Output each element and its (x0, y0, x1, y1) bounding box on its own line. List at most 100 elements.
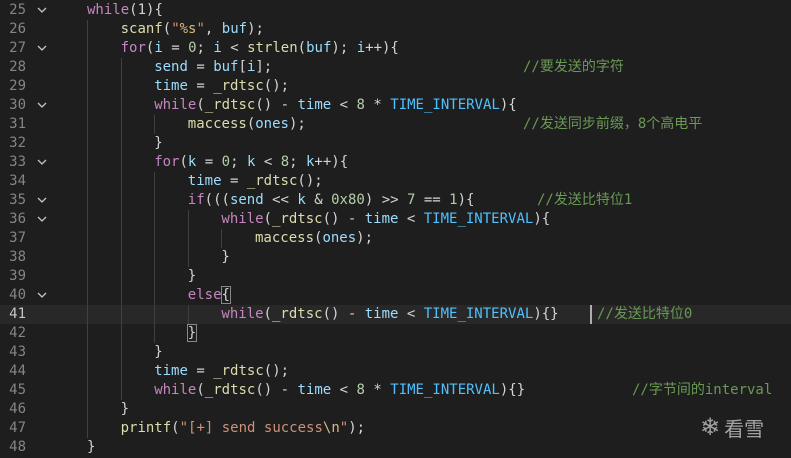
code-line[interactable]: 40 else{ (0, 286, 791, 305)
code-text: } (188, 267, 196, 286)
code-comment: //发送比特位0 (597, 306, 693, 322)
code-token: TIME_INTERVAL (390, 97, 500, 113)
code-line[interactable]: 31 maccess(ones); //发送同步前缀，8个高电平 (0, 115, 791, 134)
code-line[interactable]: 38} (0, 248, 791, 267)
indent-guide (87, 362, 88, 381)
line-number: 43 (9, 344, 26, 360)
code-token: * (364, 97, 391, 113)
code-line[interactable]: 33 for(k = 0; k < 8; k++){ (0, 153, 791, 172)
indent-guide (87, 343, 88, 362)
code-token: time (154, 78, 188, 94)
code-text: for(k = 0; k < 8; k++){ (154, 153, 348, 172)
line-number: 42 (9, 325, 26, 341)
line-number: 28 (9, 59, 26, 75)
line-number: 44 (9, 363, 26, 379)
chevron-down-icon[interactable] (33, 153, 51, 172)
indent-guide (120, 58, 122, 77)
code-token: buf (306, 40, 332, 56)
code-token: ){ (457, 192, 475, 208)
code-line[interactable]: 43} (0, 343, 791, 362)
indent-guide (187, 248, 189, 267)
code-token: ones (255, 116, 289, 132)
line-number: 29 (9, 78, 26, 94)
code-token: ; (230, 154, 247, 170)
code-line[interactable]: 46} (0, 400, 791, 419)
chevron-down-icon[interactable] (33, 39, 51, 58)
code-token: time (187, 173, 222, 189)
chevron-down-icon[interactable] (33, 96, 51, 115)
code-token: = (221, 173, 247, 189)
code-line[interactable]: 47 printf("[+] send success\n"); (0, 419, 791, 438)
line-number: 30 (9, 97, 26, 113)
indent-guide (87, 419, 88, 438)
code-token: ); (247, 21, 264, 37)
code-token: ){ (499, 97, 517, 113)
watermark: ❄ 看雪 (700, 412, 764, 442)
code-text: while(_rdtsc() - time < 8 * TIME_INTERVA… (154, 96, 517, 115)
code-token: ); (348, 420, 366, 436)
code-line[interactable]: 34 time = _rdtsc(); (0, 172, 791, 191)
code-token: _rdtsc (271, 306, 323, 322)
line-number: 33 (9, 154, 26, 170)
indent-guide (87, 115, 88, 134)
indent-guide (87, 400, 88, 419)
code-editor[interactable]: 25 while(1){26 scanf("%s", buf); 27 for(i = … (0, 0, 791, 458)
code-token: () - (322, 211, 365, 227)
code-text: time = _rdtsc(); (154, 77, 289, 96)
code-comment: //字节间的interval (632, 382, 773, 398)
code-token: } (87, 439, 96, 455)
code-token: () - (255, 97, 298, 113)
indent-guide (120, 305, 122, 324)
chevron-down-icon[interactable] (33, 191, 51, 210)
code-line[interactable]: 28 send = buf[i]; //要发送的字符 (0, 58, 791, 77)
indent-guide (87, 248, 88, 267)
code-token: ( (162, 21, 172, 37)
code-token: TIME_INTERVAL (423, 306, 534, 322)
code-line[interactable]: 27 for(i = 0; i < strlen(buf); i++){ (0, 39, 791, 58)
code-line[interactable]: 25 while(1){ (0, 1, 791, 20)
code-line[interactable]: 48} (0, 438, 791, 457)
code-line[interactable]: 39} (0, 267, 791, 286)
code-line[interactable]: 36 while(_rdtsc() - time < TIME_INTERVAL)… (0, 210, 791, 229)
code-token: } (154, 344, 163, 360)
code-line[interactable]: 32} (0, 134, 791, 153)
chevron-down-icon[interactable] (33, 210, 51, 229)
code-token: = (187, 78, 214, 94)
code-text: maccess(ones); (255, 229, 373, 248)
code-token: 8 (356, 382, 365, 398)
code-token: scanf (120, 21, 163, 37)
indent-guide (87, 153, 88, 172)
indent-guide (120, 381, 122, 400)
code-token: ( (263, 211, 272, 227)
code-token: \n (322, 420, 340, 436)
indent-guide (154, 210, 156, 229)
indent-guide (154, 115, 156, 134)
code-token: () - (255, 382, 298, 398)
code-line[interactable]: 44 time = _rdtsc(); (0, 362, 791, 381)
code-line[interactable]: 29 time = _rdtsc(); (0, 77, 791, 96)
line-number: 26 (9, 21, 26, 37)
code-token: ]; (255, 59, 273, 75)
chevron-down-icon[interactable] (33, 286, 51, 305)
indent-guide (120, 229, 122, 248)
code-line[interactable]: 30 while(_rdtsc() - time < 8 * TIME_INTER… (0, 96, 791, 115)
indent-guide (87, 191, 88, 210)
code-line[interactable]: 45 while(_rdtsc() - time < 8 * TIME_INTER… (0, 381, 791, 400)
code-token: %s (179, 21, 197, 37)
code-comment: //要发送的字符 (523, 59, 624, 75)
indent-guide (187, 305, 189, 324)
code-token: _rdtsc (204, 382, 256, 398)
code-line[interactable]: 37 maccess(ones); (0, 229, 791, 248)
indent-guide (154, 229, 156, 248)
code-line[interactable]: 41 while(_rdtsc() - time < TIME_INTERVAL)… (0, 305, 791, 324)
indent-guide (120, 248, 122, 267)
code-token: ( (196, 97, 205, 113)
code-line[interactable]: 42} (0, 324, 791, 343)
chevron-down-icon[interactable] (33, 1, 51, 20)
code-token: (); (263, 363, 290, 379)
code-line[interactable]: 26 scanf("%s", buf); (0, 20, 791, 39)
code-token: 0 (221, 154, 231, 170)
code-text: } (154, 343, 162, 362)
code-line[interactable]: 35 if(((send << k & 0x80) >> 7 == 1){//发送… (0, 191, 791, 210)
code-token: = (162, 40, 189, 56)
